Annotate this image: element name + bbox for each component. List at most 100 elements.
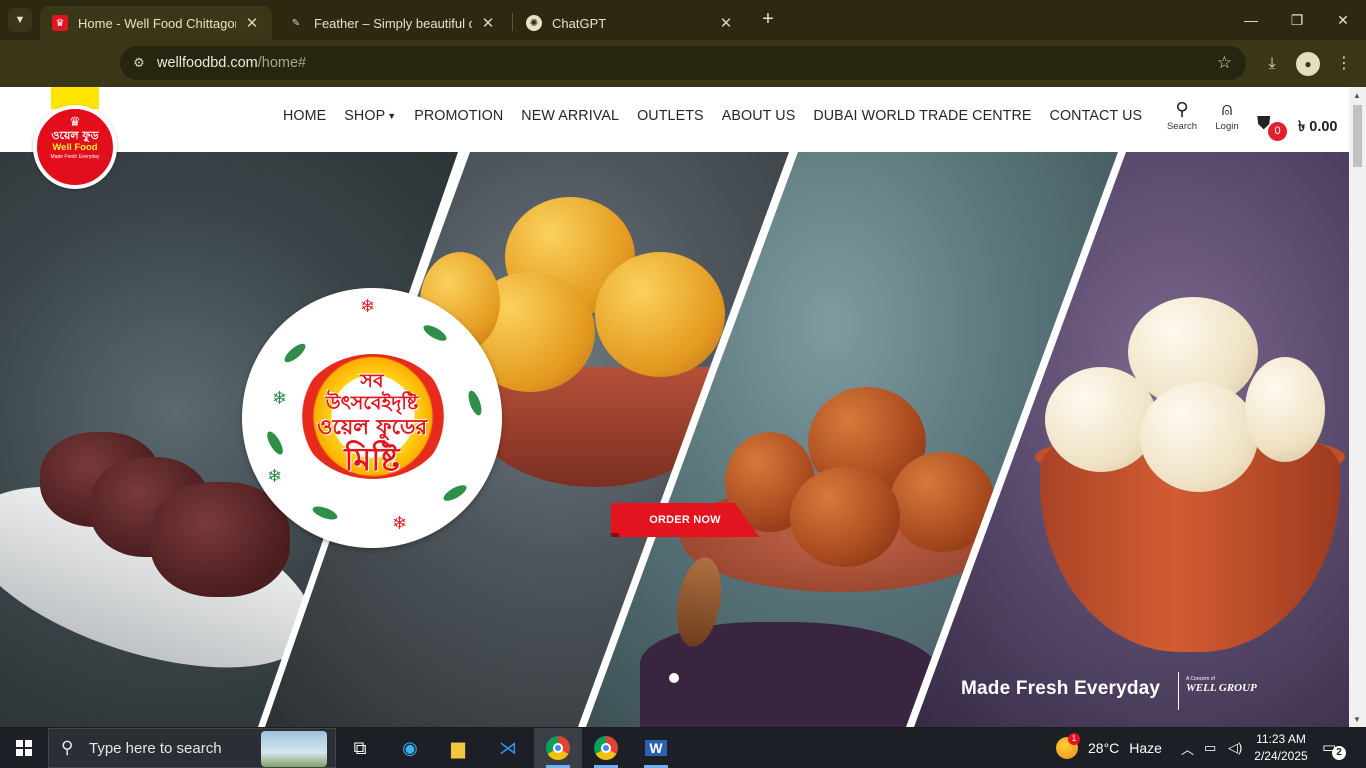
close-tab-icon[interactable]: ✕ — [718, 14, 734, 32]
wellfood-favicon-icon: ♛ — [52, 15, 68, 31]
nav-contact-us[interactable]: CONTACT US — [1050, 108, 1143, 124]
leaf-decoration — [311, 503, 339, 523]
bookmark-star-icon[interactable]: ☆ — [1217, 53, 1232, 73]
tab-title: Home - Well Food Chittagong — [78, 15, 236, 31]
close-tab-icon[interactable]: ✕ — [480, 14, 496, 32]
cart-total[interactable]: ৳ 0.00 — [1298, 116, 1337, 140]
tab-chatgpt[interactable]: ✺ ChatGPT ✕ — [514, 6, 746, 40]
vscode-icon[interactable]: ⋊ — [484, 728, 532, 768]
windows-taskbar: ⚲ Type here to search ⧉ ◉ ▆ ⋊ W 1 28°C H… — [0, 728, 1366, 768]
page-scrollbar[interactable]: ▲ ▼ — [1349, 87, 1366, 727]
tab-feather[interactable]: ✎ Feather – Simply beautiful open ✕ — [276, 6, 508, 40]
badge-line2: উৎসবেইদৃষ্টি — [325, 392, 419, 414]
snowflake-icon: ❄ — [360, 296, 376, 316]
nav-about-us[interactable]: ABOUT US — [722, 108, 796, 124]
order-now-button[interactable]: ORDER NOW — [611, 503, 759, 537]
crown-icon: ♛ — [69, 114, 81, 129]
leaf-decoration — [441, 482, 469, 504]
edge-icon[interactable]: ◉ — [386, 728, 434, 768]
notification-count: 2 — [1332, 746, 1346, 760]
badge-line4: মিষ্টি — [344, 440, 400, 478]
nav-shop[interactable]: SHOP ▼ — [344, 108, 396, 124]
tab-title: ChatGPT — [552, 15, 607, 31]
nav-outlets[interactable]: OUTLETS — [637, 108, 704, 124]
mishti-badge-text: সব উৎসবেইদৃষ্টি ওয়েল ফুডের মিষ্টি — [282, 370, 462, 478]
chrome-icon — [594, 736, 618, 760]
chatgpt-favicon-icon: ✺ — [526, 15, 542, 31]
nav-promotion[interactable]: PROMOTION — [414, 108, 503, 124]
taskbar-search[interactable]: ⚲ Type here to search — [48, 728, 336, 768]
sweet-rasgulla — [1045, 367, 1157, 472]
leaf-decoration — [421, 322, 449, 344]
address-bar[interactable]: ⚙ wellfoodbd.com/home# ☆ — [120, 46, 1246, 80]
nav-dubai-wtc[interactable]: DUBAI WORLD TRADE CENTRE — [813, 108, 1031, 124]
sweet-rasgulla — [1140, 382, 1258, 492]
restore-button[interactable]: ❐ — [1274, 0, 1320, 40]
clock-time: 11:23 AM — [1256, 732, 1306, 746]
downloads-icon[interactable]: ⤓ — [1260, 52, 1284, 76]
nav-home[interactable]: HOME — [283, 108, 326, 124]
webpage: HOME SHOP ▼ PROMOTION NEW ARRIVAL OUTLETS… — [0, 87, 1349, 727]
leaf-decoration — [465, 389, 485, 417]
tab-wellfood[interactable]: ♛ Home - Well Food Chittagong ✕ — [40, 6, 272, 40]
site-info-icon[interactable]: ⚙ — [130, 54, 148, 72]
login-button[interactable]: ⍝ Login — [1211, 99, 1243, 132]
search-label: Search — [1166, 121, 1198, 132]
new-tab-button[interactable]: + — [756, 8, 780, 32]
close-window-button[interactable]: ✕ — [1320, 0, 1366, 40]
badge-line1: সব — [360, 370, 384, 392]
scroll-thumb[interactable] — [1353, 105, 1362, 167]
url-text[interactable]: wellfoodbd.com/home# — [157, 55, 306, 71]
site-logo[interactable]: ♛ ওয়েল ফুড Well Food Made Fresh Everyda… — [33, 105, 117, 189]
snowflake-icon: ❄ — [267, 466, 283, 486]
weather-condition: Haze — [1129, 740, 1162, 756]
notification-center-icon[interactable]: ▭ 2 — [1322, 738, 1346, 760]
show-hidden-icons[interactable]: ︿ — [1181, 728, 1194, 768]
task-view-icon[interactable]: ⧉ — [336, 728, 384, 768]
chrome-active-icon[interactable] — [534, 728, 582, 768]
weather-sun-icon: 1 — [1056, 733, 1080, 759]
file-explorer-icon[interactable]: ▆ — [434, 728, 482, 768]
taskbar-clock[interactable]: 11:23 AM 2/24/2025 — [1248, 731, 1314, 765]
tab-search-button[interactable]: ▼ — [8, 8, 32, 32]
clock-date: 2/24/2025 — [1254, 749, 1308, 763]
feather-favicon-icon: ✎ — [291, 17, 301, 29]
leaf-decoration — [281, 340, 309, 366]
chrome-icon — [546, 736, 570, 760]
login-label: Login — [1215, 121, 1239, 132]
browser-menu-icon[interactable]: ⋮ — [1332, 52, 1356, 76]
slogan-divider — [1178, 672, 1179, 710]
group-name: WELL GROUP — [1186, 682, 1257, 694]
profile-avatar-icon[interactable]: ● — [1296, 52, 1320, 76]
well-group-logo: A Concern of WELL GROUP — [1186, 676, 1257, 694]
url-path: /home# — [257, 55, 307, 71]
chevron-down-icon: ▼ — [14, 14, 26, 26]
word-icon[interactable]: W — [632, 728, 680, 768]
weather-widget[interactable]: 1 28°C Haze — [1056, 728, 1162, 768]
logo-english: Well Food — [52, 142, 98, 153]
minimize-button[interactable]: — — [1228, 0, 1274, 40]
cart-count-badge: 0 — [1268, 122, 1287, 141]
badge-line3: ওয়েল ফুডের — [316, 415, 428, 439]
snowflake-icon: ❄ — [392, 513, 408, 533]
made-fresh-slogan: Made Fresh Everyday — [961, 678, 1161, 699]
logo-bangla: ওয়েল ফুড — [51, 129, 99, 142]
scroll-down-arrow-icon[interactable]: ▼ — [1353, 715, 1361, 724]
start-button[interactable] — [0, 728, 48, 768]
windows-logo-icon — [16, 740, 32, 756]
network-icon[interactable]: ▭ — [1204, 728, 1216, 768]
search-icon: ⚲ — [1175, 99, 1189, 119]
scroll-up-arrow-icon[interactable]: ▲ — [1353, 91, 1361, 100]
festival-mishti-badge: ❄ ❄ ❄ ❄ সব উৎসবেইদৃষ্টি ওয়েল ফুডের মিষ্… — [242, 288, 502, 548]
url-host: wellfoodbd.com — [157, 55, 258, 71]
chrome-profile-icon[interactable] — [582, 728, 630, 768]
close-tab-icon[interactable]: ✕ — [244, 14, 260, 32]
sweet-rasgulla — [1245, 357, 1325, 462]
tab-divider — [512, 13, 513, 31]
search-button[interactable]: ⚲ Search — [1166, 99, 1198, 132]
slider-dot[interactable] — [669, 673, 679, 683]
browser-tab-bar: ▼ ♛ Home - Well Food Chittagong ✕ ✎ Feat… — [0, 0, 1366, 40]
user-icon: ⍝ — [1221, 99, 1233, 119]
volume-icon[interactable]: ◁) — [1228, 728, 1242, 768]
nav-new-arrival[interactable]: NEW ARRIVAL — [521, 108, 619, 124]
